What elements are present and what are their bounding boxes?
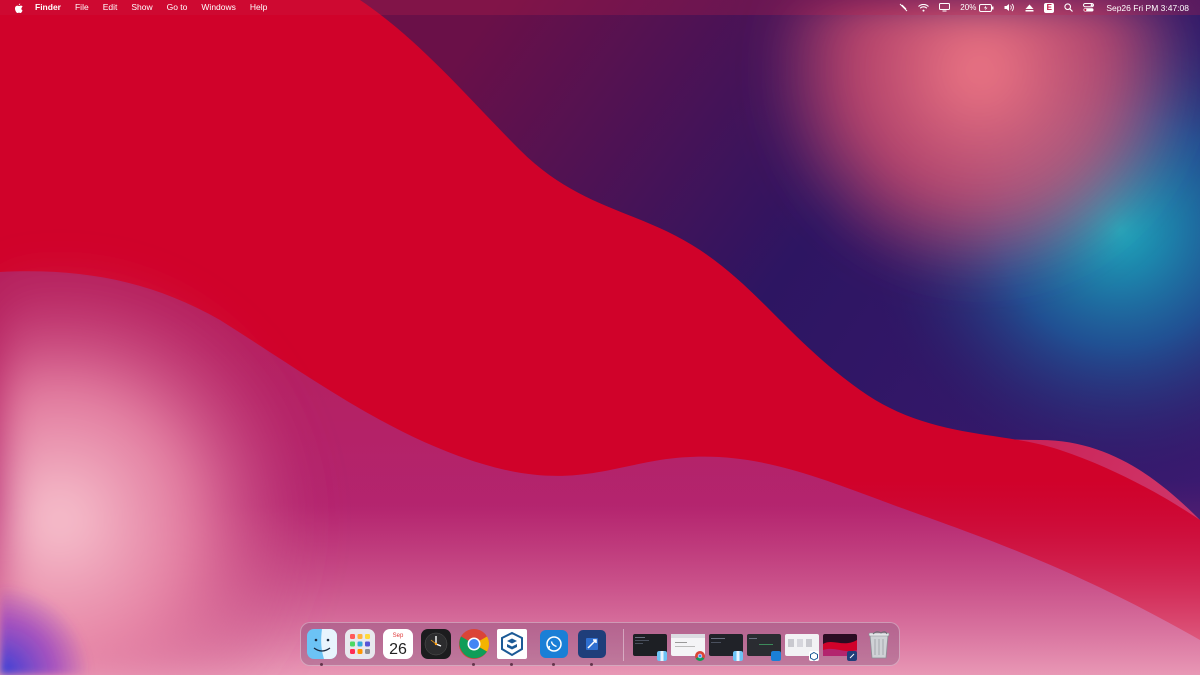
menu-edit[interactable]: Edit xyxy=(103,0,118,15)
minimized-window[interactable] xyxy=(785,634,819,661)
app-icon xyxy=(771,651,781,661)
apple-icon[interactable] xyxy=(13,3,23,13)
calendar-icon: Sep 26 xyxy=(383,629,413,659)
dock-item-trash[interactable] xyxy=(863,628,895,660)
finder-icon xyxy=(733,651,743,661)
dock-item-clock[interactable] xyxy=(420,628,452,660)
menu-file[interactable]: File xyxy=(75,0,89,15)
menu-show[interactable]: Show xyxy=(131,0,152,15)
wifi-icon[interactable] xyxy=(918,3,930,12)
running-indicator xyxy=(472,663,475,666)
battery-icon xyxy=(979,3,994,12)
dock: Sep 26 xyxy=(300,622,900,666)
pen-slash-icon[interactable] xyxy=(899,3,908,12)
menu-windows[interactable]: Windows xyxy=(201,0,235,15)
input-source-icon[interactable]: E xyxy=(1044,2,1055,13)
running-indicator xyxy=(320,663,323,666)
running-indicator xyxy=(510,663,513,666)
finder-icon xyxy=(307,629,337,659)
preview-icon xyxy=(847,651,857,661)
calendar-day: 26 xyxy=(389,641,407,658)
sketchup-icon xyxy=(497,629,527,659)
launchpad-icon xyxy=(345,629,375,659)
menu-bar: Finder File Edit Show Go to Windows Help… xyxy=(0,0,1200,15)
control-center-icon[interactable] xyxy=(1083,3,1095,12)
dock-item-launchpad[interactable] xyxy=(344,628,376,660)
finder-icon xyxy=(657,651,667,661)
chrome-icon xyxy=(695,651,705,661)
eject-icon[interactable] xyxy=(1025,4,1034,12)
minimized-window[interactable] xyxy=(671,634,705,661)
input-source-label: E xyxy=(1044,2,1055,13)
menu-help[interactable]: Help xyxy=(250,0,267,15)
minimized-window[interactable] xyxy=(823,634,857,661)
menu-app-finder[interactable]: Finder xyxy=(35,0,61,15)
battery-percent: 20% xyxy=(960,3,977,12)
dock-item-finder[interactable] xyxy=(306,628,338,666)
minimized-window[interactable] xyxy=(709,634,743,661)
preview-icon xyxy=(578,630,606,658)
sketchup-icon xyxy=(809,651,819,661)
search-icon[interactable] xyxy=(1064,3,1074,12)
whatsapp-icon xyxy=(540,630,568,658)
running-indicator xyxy=(552,663,555,666)
dock-item-sketchup[interactable] xyxy=(496,628,528,666)
dock-item-preview[interactable] xyxy=(576,628,608,666)
dock-separator xyxy=(623,629,624,661)
minimized-window[interactable] xyxy=(633,634,667,661)
clock-icon xyxy=(421,629,451,659)
display-icon[interactable] xyxy=(939,3,951,12)
menu-go-to[interactable]: Go to xyxy=(167,0,188,15)
battery-status[interactable]: 20% xyxy=(960,3,994,12)
chrome-icon xyxy=(458,629,490,659)
dock-item-chrome[interactable] xyxy=(458,628,490,666)
dock-item-whatsapp[interactable] xyxy=(538,628,570,666)
menubar-clock[interactable]: Sep26 Fri PM 3:47:08 xyxy=(1106,3,1189,13)
volume-icon[interactable] xyxy=(1004,3,1015,12)
calendar-month: Sep xyxy=(393,633,404,639)
trash-icon xyxy=(868,631,890,659)
dock-item-calendar[interactable]: Sep 26 xyxy=(382,628,414,660)
minimized-window[interactable] xyxy=(747,634,781,661)
running-indicator xyxy=(590,663,593,666)
desktop-wallpaper xyxy=(0,0,1200,675)
